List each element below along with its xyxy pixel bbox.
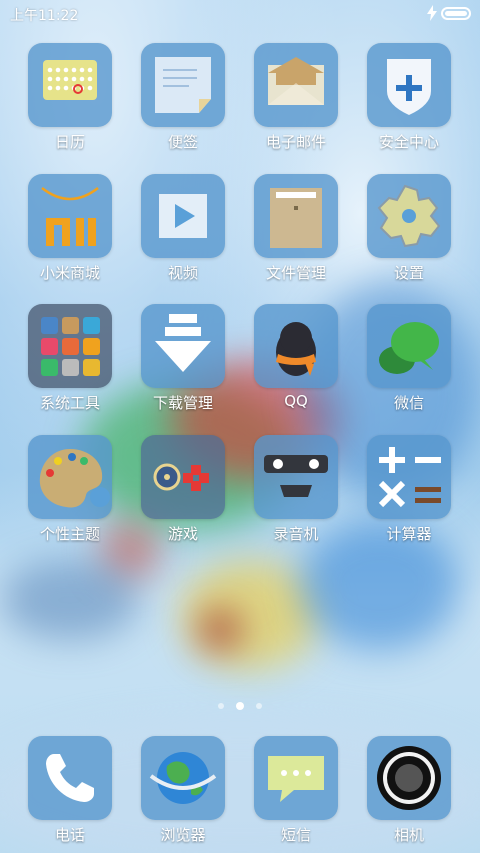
app-label: 文件管理 xyxy=(265,264,326,282)
status-time: 上午11:22 xyxy=(10,8,79,24)
app-label: 游戏 xyxy=(167,525,198,543)
app-label: 系统工具 xyxy=(39,394,100,412)
wechat-icon xyxy=(367,304,451,388)
security-icon xyxy=(367,43,451,127)
settings-gear-icon xyxy=(367,174,451,258)
page-dot[interactable] xyxy=(218,703,224,709)
app-label: 小米商城 xyxy=(39,264,100,282)
status-bar: 上午11:22 xyxy=(0,0,480,28)
app-label: 日历 xyxy=(54,133,85,151)
wallpaper xyxy=(0,0,480,853)
app-label: 电话 xyxy=(54,826,85,844)
app-label: 微信 xyxy=(393,394,424,412)
file-manager-icon xyxy=(254,174,338,258)
system-tools-folder-icon xyxy=(28,304,112,388)
mi-store-icon xyxy=(28,174,112,258)
calculator-icon xyxy=(367,435,451,519)
app-label: 视频 xyxy=(167,264,198,282)
theme-palette-icon xyxy=(28,435,112,519)
download-icon xyxy=(141,304,225,388)
camera-icon xyxy=(367,736,451,820)
page-dot-active[interactable] xyxy=(236,702,244,710)
charging-bolt-icon xyxy=(427,5,437,21)
calendar-icon xyxy=(28,43,112,127)
app-label: QQ xyxy=(284,392,308,410)
battery-icon xyxy=(441,7,471,20)
video-icon xyxy=(141,174,225,258)
app-label: 电子邮件 xyxy=(265,133,326,151)
gamepad-icon xyxy=(141,435,225,519)
app-label: 个性主题 xyxy=(39,525,100,543)
app-label: 短信 xyxy=(280,826,311,844)
app-label: 录音机 xyxy=(273,525,319,543)
phone-icon xyxy=(28,736,112,820)
app-label: 安全中心 xyxy=(378,133,439,151)
notes-icon xyxy=(141,43,225,127)
page-dot[interactable] xyxy=(256,703,262,709)
email-icon xyxy=(254,43,338,127)
app-label: 下载管理 xyxy=(152,394,213,412)
app-label: 浏览器 xyxy=(160,826,206,844)
qq-penguin-icon xyxy=(254,304,338,388)
recorder-icon xyxy=(254,435,338,519)
app-label: 计算器 xyxy=(386,525,432,543)
app-label: 设置 xyxy=(393,264,424,282)
app-label: 便签 xyxy=(167,133,198,151)
page-indicator[interactable] xyxy=(216,702,264,710)
sms-bubble-icon xyxy=(254,736,338,820)
app-label: 相机 xyxy=(393,826,424,844)
browser-globe-icon xyxy=(141,736,225,820)
